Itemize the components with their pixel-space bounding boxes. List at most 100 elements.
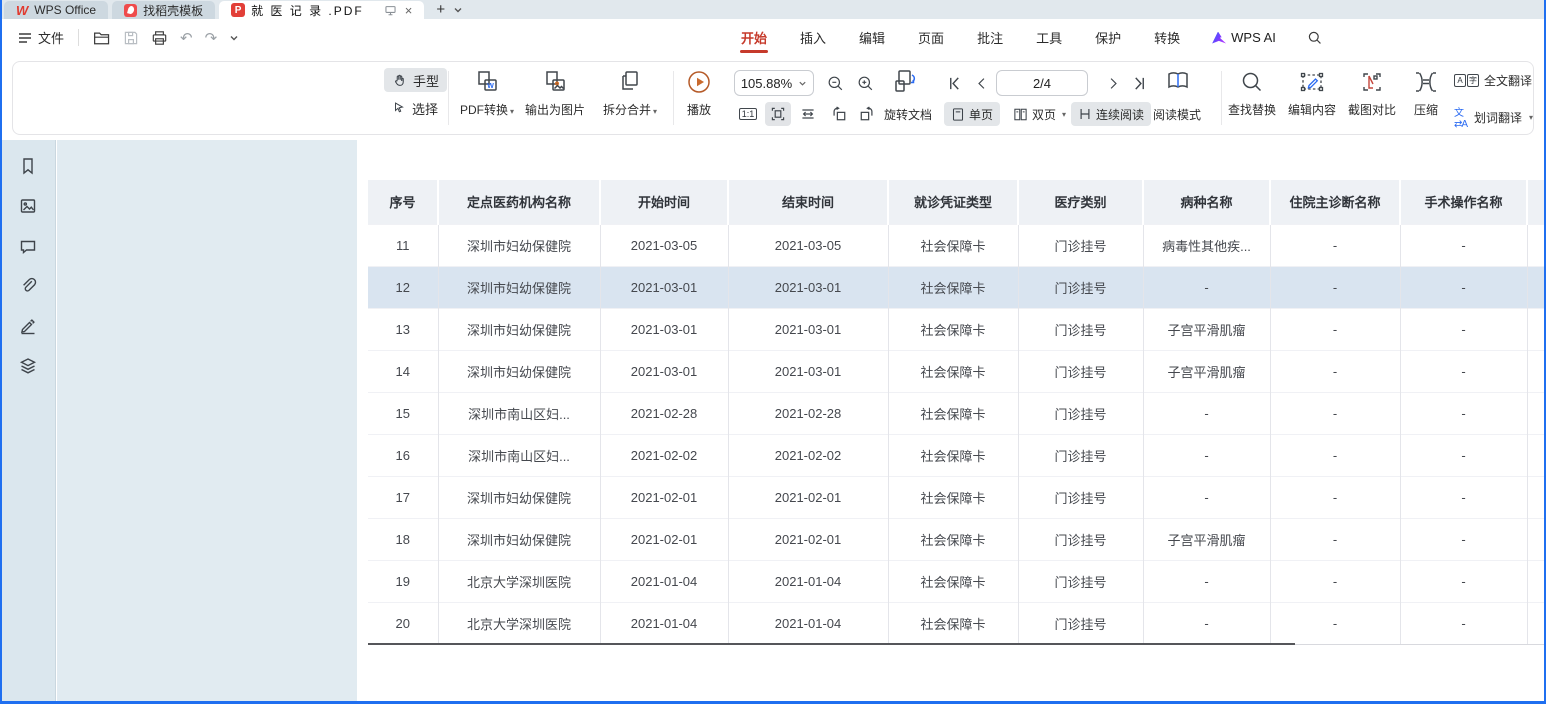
ribbon-tab[interactable]: 编辑	[858, 19, 886, 56]
table-cell: 2021-02-01	[600, 476, 728, 518]
close-tab-icon[interactable]: ×	[405, 3, 413, 18]
table-cell: -	[1400, 518, 1527, 560]
play-label: 播放	[687, 103, 711, 117]
pdf-file-icon: P	[231, 3, 245, 17]
page-number-input[interactable]: 2/4	[996, 70, 1088, 96]
rotate-right-button[interactable]	[857, 104, 877, 124]
table-cell: 2021-03-01	[600, 308, 728, 350]
table-row: 17深圳市妇幼保健院2021-02-012021-02-01社会保障卡门诊挂号-…	[368, 476, 1546, 518]
table-cell: 门诊挂号	[1018, 350, 1143, 392]
wps-ai-button[interactable]: WPS AI	[1212, 30, 1276, 45]
print-icon[interactable]	[151, 30, 168, 46]
table-cell: 2021-03-01	[728, 350, 888, 392]
first-page-icon	[947, 76, 962, 91]
table-header-row: 序号定点医药机构名称开始时间结束时间就诊凭证类型医疗类别病种名称住院主诊断名称手…	[368, 180, 1546, 224]
table-cell: 13	[368, 308, 438, 350]
tab-list-chevron-icon[interactable]	[453, 5, 463, 15]
double-page-button[interactable]: 双页 ▾	[1006, 102, 1073, 126]
page-indicator: 2/4	[1033, 76, 1051, 91]
split-merge-button[interactable]: 拆分合并▾	[588, 68, 672, 118]
table-cell: 18	[368, 518, 438, 560]
ribbon-tab[interactable]: 保护	[1094, 19, 1122, 56]
rotate-document-button[interactable]	[891, 67, 925, 97]
hamburger-icon	[18, 32, 32, 44]
table-cell: -	[1400, 392, 1527, 434]
file-menu-button[interactable]: 文件	[18, 28, 64, 47]
enter-workspace-icon[interactable]	[384, 4, 397, 17]
tab-wps-office[interactable]: W WPS Office	[4, 1, 108, 19]
tab-document[interactable]: P 就 医 记 录 .PDF ×	[219, 1, 424, 19]
table-cell: -	[1270, 560, 1400, 602]
zoom-level-combo[interactable]: 105.88%	[734, 70, 814, 96]
table-cell: 门诊挂号	[1018, 602, 1143, 644]
compress-label: 压缩	[1414, 103, 1438, 117]
rotate-document-label[interactable]: 旋转文档	[877, 106, 939, 123]
next-page-button[interactable]	[1103, 73, 1123, 93]
export-image-button[interactable]: 输出为图片	[513, 68, 597, 118]
layers-icon[interactable]	[18, 356, 38, 376]
quick-tools-chevron-icon[interactable]	[229, 33, 239, 43]
ribbon-tab[interactable]: 批注	[976, 19, 1004, 56]
actual-size-button[interactable]: 1:1	[735, 102, 761, 126]
table-cell: 深圳市南山区妇...	[438, 392, 600, 434]
attachment-icon[interactable]	[18, 276, 38, 296]
full-translate-button[interactable]: A 字 全文翻译	[1454, 72, 1532, 89]
ribbon-tab[interactable]: 插入	[799, 19, 827, 56]
table-cell: -	[1143, 476, 1270, 518]
ribbon-tab[interactable]: 开始	[740, 19, 768, 56]
table-row: 16深圳市南山区妇...2021-02-022021-02-02社会保障卡门诊挂…	[368, 434, 1546, 476]
play-button[interactable]: 播放	[669, 68, 729, 118]
read-mode-button[interactable]	[1161, 68, 1195, 96]
menu-bar: 文件 ↶ ↷ 开始插入编辑页面批注工具保护转换 WPS AI	[0, 19, 1546, 56]
fit-page-button[interactable]	[765, 102, 791, 126]
table-cell: 17	[368, 476, 438, 518]
ribbon-tab[interactable]: 页面	[917, 19, 945, 56]
letter-zi-box: 字	[1467, 74, 1479, 87]
zoom-out-button[interactable]	[825, 73, 845, 93]
zoom-in-button[interactable]	[855, 73, 875, 93]
thumbnail-icon[interactable]	[18, 196, 38, 216]
read-mode-label[interactable]: 阅读模式	[1146, 106, 1208, 123]
ribbon-search-icon[interactable]	[1307, 30, 1323, 46]
wps-logo-icon: W	[16, 3, 28, 18]
comment-icon[interactable]	[18, 236, 38, 256]
table-cell: 门诊挂号	[1018, 518, 1143, 560]
rotate-left-button[interactable]	[829, 104, 849, 124]
new-tab-button[interactable]: +	[436, 2, 445, 17]
continuous-read-button[interactable]: 连续阅读	[1071, 102, 1151, 126]
table-cell: 深圳市妇幼保健院	[438, 224, 600, 266]
redo-icon[interactable]: ↷	[205, 29, 218, 47]
open-file-icon[interactable]	[93, 30, 111, 46]
screenshot-compare-button[interactable]: 截图对比	[1341, 68, 1403, 118]
bookmark-icon[interactable]	[18, 156, 38, 176]
ribbon-tab[interactable]: 工具	[1035, 19, 1063, 56]
table-cell: 2021-03-01	[728, 308, 888, 350]
table-cell: 社会保障卡	[888, 350, 1018, 392]
table-cell: 社会保障卡	[888, 224, 1018, 266]
zoom-level-value: 105.88%	[741, 76, 792, 91]
save-icon[interactable]	[123, 30, 139, 46]
first-page-button[interactable]	[944, 73, 964, 93]
word-translate-button[interactable]: 文⇄A 划词翻译 ▾	[1454, 104, 1533, 130]
fit-width-button[interactable]	[795, 102, 821, 126]
tab-docer-templates[interactable]: 找稻壳模板	[112, 1, 215, 19]
wps-ai-label: WPS AI	[1231, 30, 1276, 45]
hand-tool-button[interactable]: 手型	[384, 68, 447, 92]
compress-button[interactable]: 压缩	[1403, 68, 1449, 118]
word-translate-label: 划词翻译	[1474, 109, 1522, 126]
double-page-icon	[1013, 107, 1028, 122]
single-page-button[interactable]: 单页	[944, 102, 1000, 126]
table-cell: 深圳市妇幼保健院	[438, 518, 600, 560]
table-cell: -	[1143, 392, 1270, 434]
toolbar-box: 手型 选择 W PDF转换▾ 输出为图片 拆分合并▾	[12, 61, 1534, 135]
select-tool-button[interactable]: 选择	[384, 96, 447, 120]
table-cell: 2021-01-04	[728, 602, 888, 644]
table-cell: 深圳市南山区妇...	[438, 434, 600, 476]
signature-icon[interactable]	[18, 316, 38, 336]
ribbon-tab[interactable]: 转换	[1153, 19, 1181, 56]
find-replace-button[interactable]: 查找替换	[1221, 68, 1283, 118]
prev-page-button[interactable]	[971, 73, 991, 93]
last-page-button[interactable]	[1129, 73, 1149, 93]
undo-icon[interactable]: ↶	[180, 29, 193, 47]
edit-content-button[interactable]: 编辑内容	[1281, 68, 1343, 118]
